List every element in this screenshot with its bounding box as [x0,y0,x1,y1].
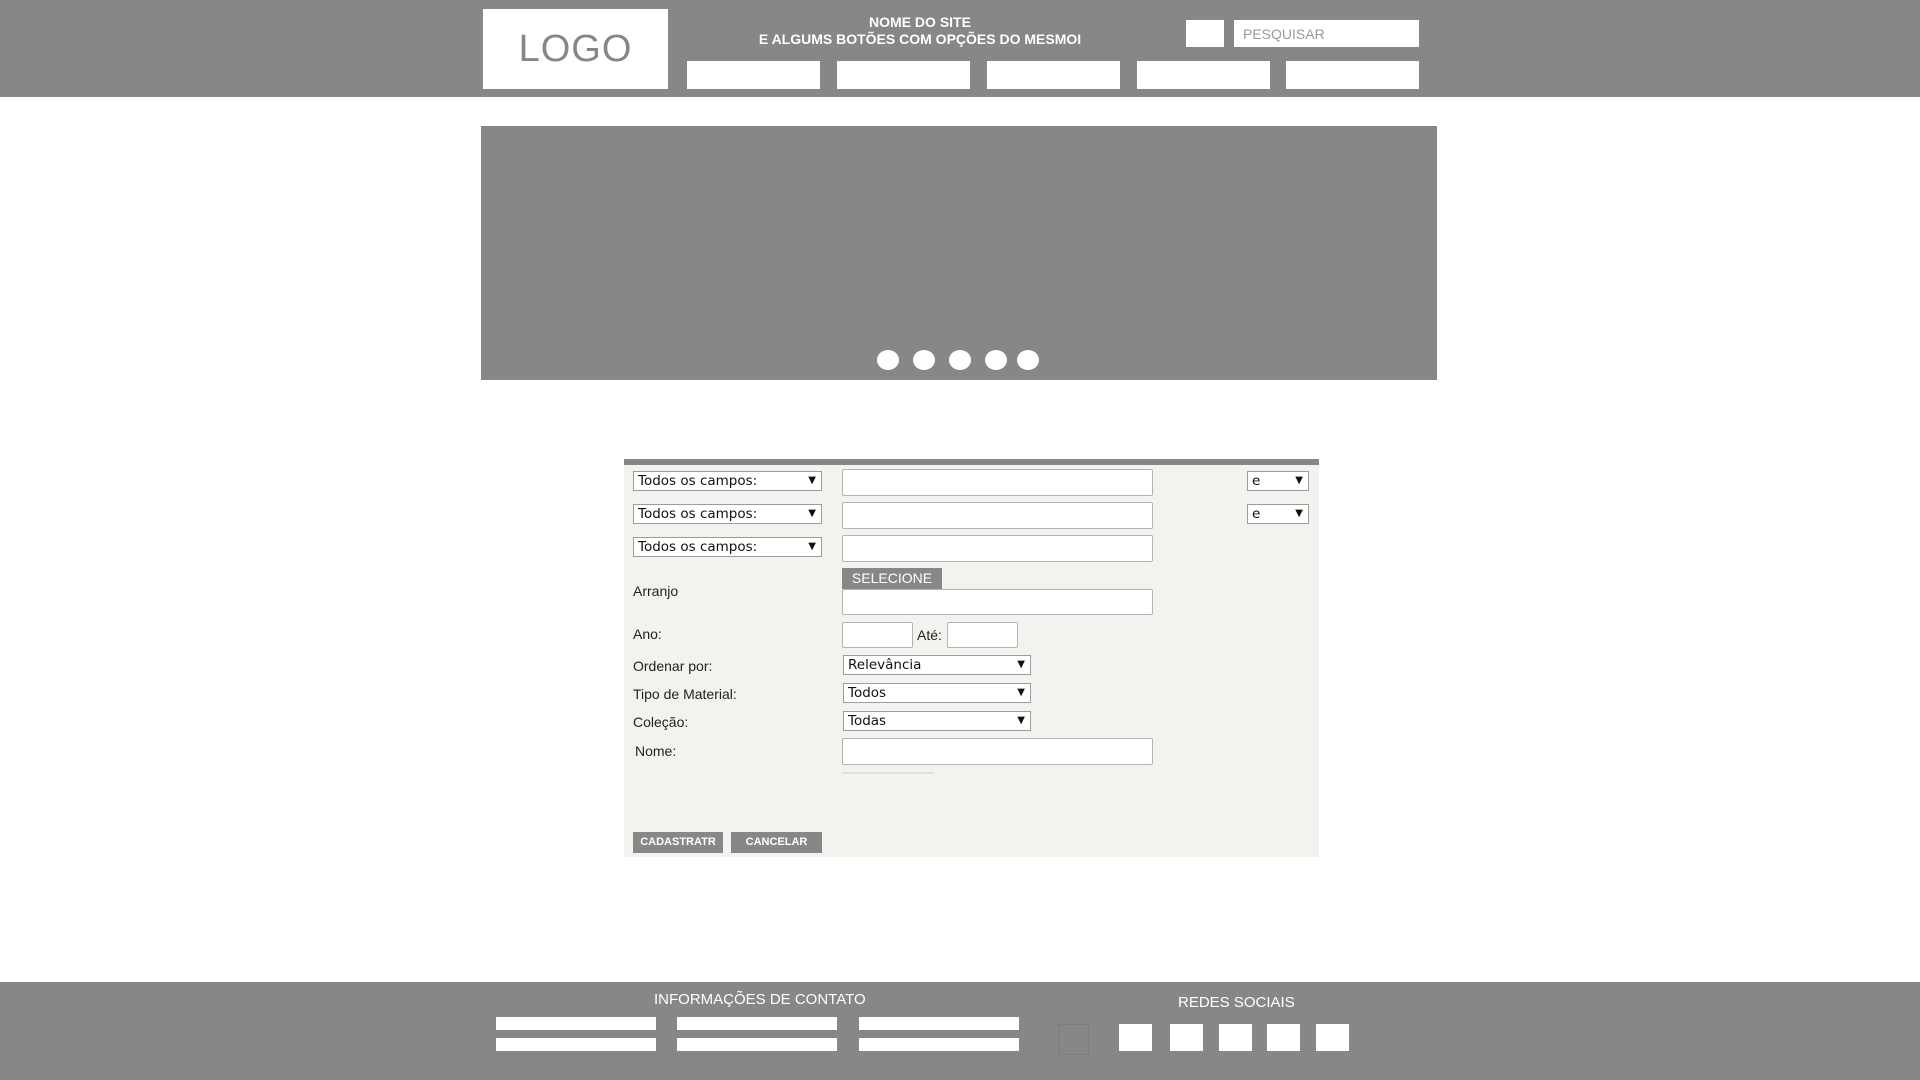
operator-select-1[interactable]: e ▼ [1247,471,1309,491]
arranjo-input[interactable] [842,589,1153,615]
field-select-2-value: Todos os campos: [638,506,758,522]
carousel-dot-2[interactable] [913,350,935,370]
site-logo[interactable]: LOGO [483,9,668,89]
social-icon-4[interactable] [1267,1024,1300,1051]
nav-button-3[interactable] [987,61,1120,89]
contact-line-5 [677,1038,837,1051]
nav-button-4[interactable] [1137,61,1270,89]
site-name-line1: NOME DO SITE [869,14,971,30]
search-input[interactable] [1234,20,1419,47]
site-name-line2: E ALGUMS BOTÕES COM OPÇÕES DO MESMOI [758,31,1082,47]
tipo-select[interactable]: Todos ▼ [843,683,1031,703]
ano-to-input[interactable] [947,622,1018,648]
cancelar-button[interactable]: CANCELAR [731,832,822,853]
dropdown-arrow-icon: ▼ [808,508,816,519]
search-term-input-2[interactable] [842,502,1153,529]
ordenar-label: Ordenar por: [633,658,713,674]
dropdown-arrow-icon: ▼ [1017,715,1025,726]
tipo-select-value: Todos [848,685,887,701]
search-button[interactable] [1186,20,1224,47]
nome-label: Nome: [635,743,677,759]
operator-select-2-value: e [1252,506,1261,522]
field-select-1-value: Todos os campos: [638,473,758,489]
contact-line-4 [496,1038,656,1051]
social-icon-1[interactable] [1119,1024,1152,1051]
divider [842,772,934,774]
ano-label: Ano: [633,626,662,642]
carousel-dot-3[interactable] [949,350,971,370]
colecao-select[interactable]: Todas ▼ [843,711,1031,731]
contact-title: INFORMAÇÕES DE CONTATO [654,991,866,1008]
social-icon-placeholder[interactable] [1058,1024,1089,1055]
banner-carousel [481,126,1437,380]
carousel-dot-4[interactable] [985,350,1007,370]
footer-bar [0,982,1920,1080]
social-icon-5[interactable] [1316,1024,1349,1051]
social-icon-3[interactable] [1219,1024,1252,1051]
ordenar-select[interactable]: Relevância ▼ [843,655,1031,675]
nav-button-2[interactable] [837,61,970,89]
contact-line-2 [677,1017,837,1030]
colecao-label: Coleção: [633,714,689,730]
contact-line-3 [859,1017,1019,1030]
dropdown-arrow-icon: ▼ [1295,475,1303,486]
carousel-dot-5[interactable] [1017,350,1039,370]
selecione-button[interactable]: SELECIONE [842,568,942,589]
field-select-3[interactable]: Todos os campos: ▼ [633,537,822,557]
carousel-dot-1[interactable] [877,350,899,370]
nav-button-1[interactable] [687,61,820,89]
field-select-1[interactable]: Todos os campos: ▼ [633,471,822,491]
tipo-label: Tipo de Material: [633,686,737,702]
dropdown-arrow-icon: ▼ [808,541,816,552]
dropdown-arrow-icon: ▼ [1017,659,1025,670]
social-icon-2[interactable] [1170,1024,1203,1051]
field-select-2[interactable]: Todos os campos: ▼ [633,504,822,524]
dropdown-arrow-icon: ▼ [1295,508,1303,519]
nome-input[interactable] [842,738,1153,765]
ate-label: Até: [917,627,942,643]
dropdown-arrow-icon: ▼ [808,475,816,486]
colecao-select-value: Todas [848,713,887,729]
ano-from-input[interactable] [842,622,913,648]
dropdown-arrow-icon: ▼ [1017,687,1025,698]
arranjo-label: Arranjo [633,583,679,599]
contact-line-6 [859,1038,1019,1051]
social-title: REDES SOCIAIS [1178,994,1295,1011]
operator-select-1-value: e [1252,473,1261,489]
field-select-3-value: Todos os campos: [638,539,758,555]
operator-select-2[interactable]: e ▼ [1247,504,1309,524]
site-name: NOME DO SITE E ALGUMS BOTÕES COM OPÇÕES … [700,14,1140,48]
ordenar-select-value: Relevância [848,657,922,673]
cadastrar-button[interactable]: CADASTRATR [633,832,723,853]
search-term-input-3[interactable] [842,535,1153,562]
nav-button-5[interactable] [1286,61,1419,89]
contact-line-1 [496,1017,656,1030]
search-term-input-1[interactable] [842,469,1153,496]
